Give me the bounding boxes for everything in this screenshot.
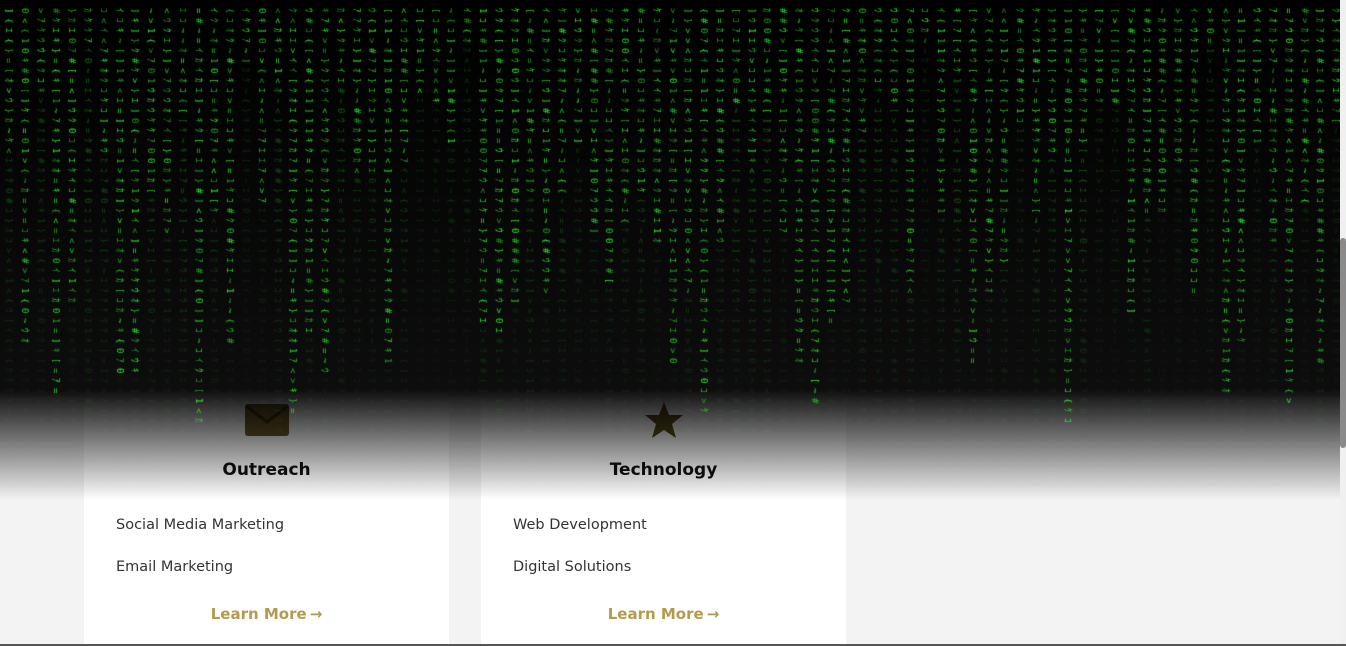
star-icon (644, 402, 683, 438)
card-list: Social Media Marketing Email Marketing (116, 514, 284, 598)
list-item: Digital Solutions (513, 559, 632, 575)
learn-more-link[interactable]: Learn More → (84, 605, 449, 623)
list-item: Web Development (513, 517, 647, 533)
learn-more-label: Learn More (607, 605, 704, 623)
list-item: Email Marketing (116, 559, 234, 575)
vertical-scrollbar[interactable] (1340, 0, 1346, 646)
list-item: Social Media Marketing (116, 517, 285, 533)
page-content: Outreach Social Media Marketing Email Ma… (0, 0, 1340, 646)
service-card-outreach: Outreach Social Media Marketing Email Ma… (84, 300, 449, 646)
card-title: Outreach (222, 460, 311, 480)
learn-more-link[interactable]: Learn More → (481, 605, 846, 623)
arrow-right-icon: → (309, 605, 323, 623)
card-list: Web Development Digital Solutions (513, 514, 647, 598)
learn-more-label: Learn More (210, 605, 307, 623)
scrollbar-thumb[interactable] (1340, 238, 1346, 448)
envelope-icon (244, 404, 289, 436)
card-title: Technology (609, 460, 718, 480)
arrow-right-icon: → (706, 605, 720, 623)
service-card-technology: Technology Web Development Digital Solut… (481, 300, 846, 646)
